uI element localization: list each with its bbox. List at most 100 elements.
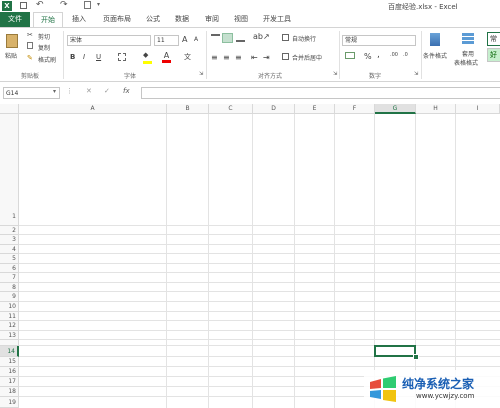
save-icon[interactable] <box>20 2 27 9</box>
paste-icon[interactable] <box>6 34 18 48</box>
row-header-14[interactable]: 14 <box>0 346 19 357</box>
format-as-table-button-line2[interactable]: 表格格式 <box>454 58 478 67</box>
column-header-a[interactable]: A <box>19 104 167 114</box>
row-header-4[interactable]: 4 <box>0 245 19 254</box>
align-right-icon[interactable]: ≡ <box>235 53 242 62</box>
row-header-10[interactable]: 10 <box>0 302 19 312</box>
format-painter-button[interactable]: 格式刷 <box>38 55 56 64</box>
conditional-format-button[interactable]: 条件格式 <box>423 51 447 60</box>
tab-home[interactable]: 开始 <box>33 12 63 27</box>
row-header-8[interactable]: 8 <box>0 283 19 292</box>
watermark-url: www.ycwjzy.com <box>416 392 475 400</box>
format-painter-icon[interactable]: ✎ <box>27 54 33 62</box>
comma-button[interactable]: , <box>377 50 380 60</box>
formula-input[interactable] <box>141 87 500 99</box>
row-header-12[interactable]: 12 <box>0 321 19 331</box>
enter-icon[interactable]: ✓ <box>104 87 110 95</box>
select-all-corner[interactable] <box>0 104 19 114</box>
tab-page-layout[interactable]: 页面布局 <box>98 12 136 27</box>
decrease-indent-icon[interactable]: ⇤ <box>251 53 258 62</box>
align-top-icon[interactable] <box>211 34 220 42</box>
cancel-icon[interactable]: ✕ <box>86 87 92 95</box>
number-format-select[interactable]: 常规 <box>342 35 416 46</box>
wrap-text-button[interactable]: 自动换行 <box>292 34 316 43</box>
cell-style-normal[interactable]: 常 <box>487 32 500 46</box>
tab-file[interactable]: 文件 <box>0 12 30 27</box>
fill-handle[interactable] <box>413 354 419 360</box>
row-header-18[interactable]: 18 <box>0 387 19 397</box>
column-header-h[interactable]: H <box>416 104 456 114</box>
percent-button[interactable]: % <box>364 52 372 61</box>
print-preview-icon[interactable] <box>84 1 91 9</box>
bold-button[interactable]: B <box>70 53 75 61</box>
row-header-19[interactable]: 19 <box>0 397 19 408</box>
font-color-icon[interactable]: A <box>162 51 171 63</box>
row-header-17[interactable]: 17 <box>0 377 19 387</box>
tab-developer[interactable]: 开发工具 <box>258 12 296 27</box>
increase-decimal-icon[interactable]: .00 <box>390 52 398 58</box>
align-left-icon[interactable]: ≡ <box>211 53 218 62</box>
row-header-1[interactable]: 1 <box>0 114 19 226</box>
tab-data[interactable]: 数据 <box>169 12 195 27</box>
name-box[interactable]: G14 <box>3 87 60 99</box>
table-format-icon[interactable] <box>462 33 474 45</box>
customize-qat-icon[interactable]: ▾ <box>97 1 100 8</box>
name-box-dropdown-icon[interactable]: ▾ <box>53 88 56 95</box>
column-header-i[interactable]: I <box>456 104 500 114</box>
align-center-icon[interactable]: ≡ <box>223 53 230 62</box>
cell-style-good[interactable]: 好 <box>487 48 500 62</box>
tab-insert[interactable]: 插入 <box>66 12 92 27</box>
copy-icon[interactable] <box>27 42 33 49</box>
row-header-7[interactable]: 7 <box>0 273 19 283</box>
align-middle-icon[interactable] <box>222 33 233 43</box>
decrease-decimal-icon[interactable]: .0 <box>403 52 408 58</box>
format-as-table-button[interactable]: 套用 <box>462 49 474 58</box>
copy-button[interactable]: 复制 <box>38 43 50 52</box>
insert-function-icon[interactable]: fx <box>123 87 130 95</box>
tab-formulas[interactable]: 公式 <box>140 12 166 27</box>
grow-font-button[interactable]: A <box>182 35 187 44</box>
column-header-c[interactable]: C <box>209 104 253 114</box>
increase-indent-icon[interactable]: ⇥ <box>263 53 270 62</box>
border-icon[interactable] <box>118 53 126 61</box>
row-header-16[interactable]: 16 <box>0 367 19 377</box>
column-header-g[interactable]: G <box>375 104 416 114</box>
column-header-d[interactable]: D <box>253 104 295 114</box>
align-bottom-icon[interactable] <box>236 34 245 42</box>
orientation-icon[interactable]: ab↗ <box>253 32 270 41</box>
column-header-e[interactable]: E <box>295 104 335 114</box>
undo-icon[interactable]: ↶ <box>36 0 44 10</box>
merge-center-icon[interactable] <box>282 53 289 60</box>
column-header-f[interactable]: F <box>335 104 375 114</box>
merge-center-button[interactable]: 合并后居中 <box>292 53 322 62</box>
font-name-select[interactable]: 宋体 <box>67 35 151 46</box>
row-header-6[interactable]: 6 <box>0 264 19 273</box>
italic-button[interactable]: I <box>83 53 85 61</box>
row-header-3[interactable]: 3 <box>0 235 19 245</box>
row-header-5[interactable]: 5 <box>0 254 19 264</box>
row-header-2[interactable]: 2 <box>0 226 19 235</box>
alignment-dialog-launcher-icon[interactable]: ⇲ <box>333 71 337 77</box>
phonetic-icon[interactable]: 文 <box>184 52 191 62</box>
paste-button[interactable]: 粘贴 <box>5 51 17 60</box>
fill-color-icon[interactable]: ◆ <box>143 52 152 64</box>
row-header-15[interactable]: 15 <box>0 357 19 367</box>
row-header-11[interactable]: 11 <box>0 312 19 321</box>
cut-button[interactable]: 剪切 <box>38 32 50 41</box>
selected-cell[interactable] <box>374 345 416 357</box>
redo-icon[interactable]: ↷ <box>60 0 68 10</box>
shrink-font-button[interactable]: A <box>194 36 198 43</box>
wrap-text-icon[interactable] <box>282 34 289 41</box>
font-dialog-launcher-icon[interactable]: ⇲ <box>199 71 203 77</box>
underline-button[interactable]: U <box>96 53 101 61</box>
row-header-13[interactable]: 13 <box>0 331 19 340</box>
font-size-select[interactable]: 11 <box>154 35 179 46</box>
number-dialog-launcher-icon[interactable]: ⇲ <box>414 71 418 77</box>
tab-review[interactable]: 审阅 <box>199 12 225 27</box>
row-header-9[interactable]: 9 <box>0 292 19 302</box>
conditional-format-icon[interactable] <box>430 33 440 46</box>
tab-view[interactable]: 视图 <box>228 12 254 27</box>
column-header-b[interactable]: B <box>167 104 209 114</box>
cut-icon[interactable]: ✂ <box>27 31 33 39</box>
accounting-icon[interactable] <box>345 52 355 59</box>
